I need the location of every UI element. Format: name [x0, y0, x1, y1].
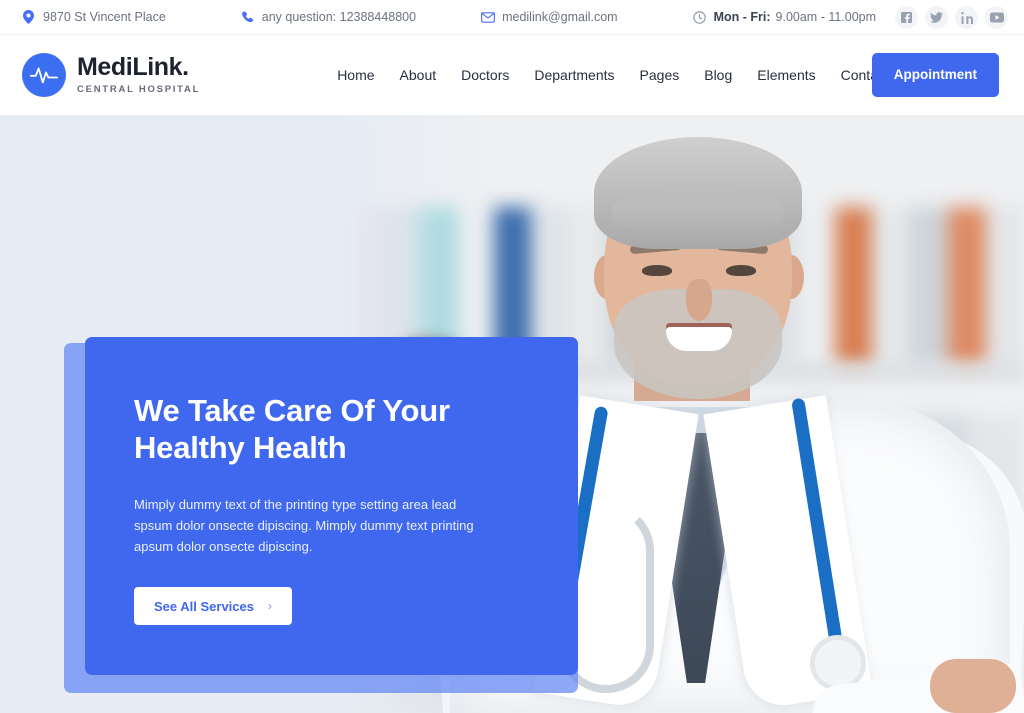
phone-icon — [240, 10, 255, 25]
youtube-icon[interactable] — [985, 6, 1008, 29]
nav-item-doctors[interactable]: Doctors — [461, 67, 509, 83]
nav-item-about[interactable]: About — [400, 67, 437, 83]
topbar-email[interactable]: medilink@gmail.com — [480, 0, 618, 35]
hero-section: We Take Care Of Your Healthy Health Mimp… — [0, 115, 1024, 713]
topbar-location: 9870 St Vincent Place — [21, 0, 166, 35]
logo-text: MediLink. CENTRAL HOSPITAL — [77, 55, 200, 95]
hero-title-line2: Healthy Health — [134, 430, 347, 465]
hero-description: Mimply dummy text of the printing type s… — [134, 497, 474, 554]
doctor-hair — [594, 137, 802, 249]
logo-title: MediLink. — [77, 53, 189, 82]
twitter-icon[interactable] — [925, 6, 948, 29]
nav-item-departments[interactable]: Departments — [534, 67, 614, 83]
hero-title-line1: We Take Care Of Your — [134, 393, 450, 428]
topbar-hours-days: Mon - Fri: — [713, 10, 771, 24]
main-navigation: Home About Doctors Departments Pages Blo… — [337, 67, 889, 83]
map-pin-icon — [21, 10, 36, 25]
nav-item-elements[interactable]: Elements — [757, 67, 815, 83]
appointment-button[interactable]: Appointment — [871, 53, 999, 97]
hero-panel: We Take Care Of Your Healthy Health Mimp… — [85, 337, 578, 675]
topbar-phone[interactable]: any question: 12388448800 — [240, 0, 416, 35]
linkedin-icon[interactable] — [955, 6, 978, 29]
chevron-right-icon: › — [267, 599, 272, 613]
heartbeat-pulse-icon — [22, 53, 66, 97]
topbar-phone-text: any question: 12388448800 — [261, 10, 417, 24]
nav-item-home[interactable]: Home — [337, 67, 374, 83]
main-header: MediLink. CENTRAL HOSPITAL Home About Do… — [0, 35, 1024, 115]
envelope-icon — [480, 10, 495, 25]
topbar-hours-time: 9.00am - 11.00pm — [775, 10, 877, 24]
clock-icon — [692, 10, 707, 25]
facebook-icon[interactable] — [895, 6, 918, 29]
nav-item-blog[interactable]: Blog — [704, 67, 732, 83]
top-info-bar: 9870 St Vincent Place any question: 1238… — [0, 0, 1024, 35]
nav-item-pages[interactable]: Pages — [640, 67, 680, 83]
topbar-email-text: medilink@gmail.com — [502, 10, 618, 24]
logo-subtitle: CENTRAL HOSPITAL — [77, 84, 201, 96]
social-links — [895, 0, 1008, 35]
topbar-hours: Mon - Fri: 9.00am - 11.00pm — [692, 0, 876, 35]
hero-title: We Take Care Of Your Healthy Health — [134, 392, 538, 466]
site-logo[interactable]: MediLink. CENTRAL HOSPITAL — [22, 53, 200, 97]
see-all-services-label: See All Services — [154, 598, 254, 614]
page-root: 9870 St Vincent Place any question: 1238… — [0, 0, 1024, 713]
topbar-location-text: 9870 St Vincent Place — [43, 10, 166, 24]
see-all-services-button[interactable]: See All Services › — [134, 587, 292, 625]
